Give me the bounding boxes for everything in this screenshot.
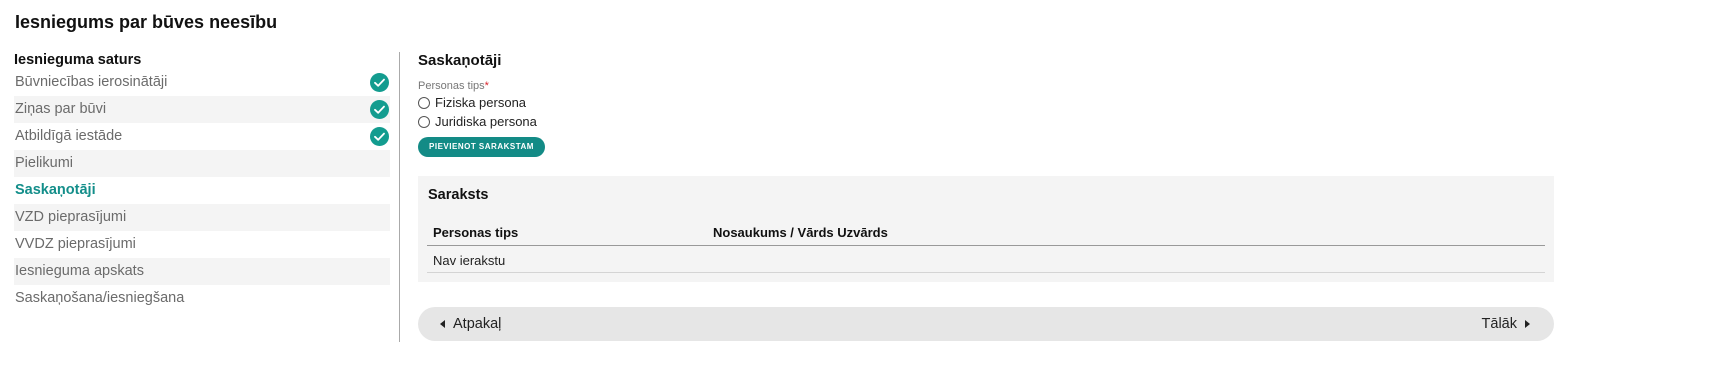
list-title: Saraksts: [428, 187, 489, 203]
table-header-divider: [427, 245, 1545, 246]
check-circle-icon: [370, 100, 389, 119]
sidebar-item-saskanosana-iesniegsana[interactable]: Saskaņošana/iesniegšana: [14, 285, 390, 312]
sidebar-item-label: Saskaņotāji: [15, 182, 96, 198]
back-label: Atpakaļ: [453, 316, 502, 332]
table-row-divider: [427, 272, 1545, 273]
required-marker: *: [484, 80, 489, 92]
next-button[interactable]: Tālāk: [1482, 307, 1530, 341]
radio-circle-icon[interactable]: [418, 115, 430, 128]
sidebar-item-pielikumi[interactable]: Pielikumi: [14, 150, 390, 177]
sidebar-item-iesnieguma-apskats[interactable]: Iesnieguma apskats: [14, 258, 390, 285]
radio-fiziska-persona[interactable]: Fiziska persona: [418, 93, 1554, 112]
sidebar-heading: Iesnieguma saturs: [14, 52, 142, 68]
page-title: Iesniegums par būves neesību: [15, 12, 278, 32]
sidebar-item-label: Atbildīgā iestāde: [15, 128, 123, 144]
back-button[interactable]: Atpakaļ: [440, 307, 501, 341]
column-header-person-type: Personas tips: [433, 225, 519, 240]
sidebar-item-buvniecibas-ierosinataji[interactable]: Būvniecības ierosinātāji: [14, 69, 390, 96]
sidebar-item-vzd-pieprasijumi[interactable]: VZD pieprasījumi: [14, 204, 390, 231]
sidebar-item-label: Iesnieguma apskats: [15, 263, 144, 279]
caret-left-icon: [440, 320, 445, 328]
sidebar-item-label: Pielikumi: [15, 155, 74, 171]
navigation-bar: Atpakaļ Tālāk: [418, 307, 1554, 341]
sidebar-item-label: Ziņas par būvi: [15, 101, 107, 117]
main-content: Saskaņotāji Personas tips* Fiziska perso…: [418, 52, 1554, 341]
vertical-divider: [399, 52, 400, 342]
sidebar-item-label: Būvniecības ierosinātāji: [15, 74, 168, 90]
radio-label: Juridiska persona: [435, 114, 537, 129]
check-circle-icon: [370, 127, 389, 146]
radio-label: Fiziska persona: [435, 95, 527, 110]
section-title: Saskaņotāji: [418, 52, 502, 69]
add-to-list-button[interactable]: PIEVIENOT SARAKSTAM: [418, 137, 545, 157]
list-panel: Saraksts Personas tips Nosaukums / Vārds…: [418, 176, 1554, 282]
check-circle-icon: [370, 73, 389, 92]
radio-circle-icon[interactable]: [418, 96, 430, 109]
sidebar-item-label: Saskaņošana/iesniegšana: [15, 290, 185, 306]
sidebar-item-vvdz-pieprasijumi[interactable]: VVDZ pieprasījumi: [14, 231, 390, 258]
sidebar-item-atbildiga-iestade[interactable]: Atbildīgā iestāde: [14, 123, 390, 150]
next-label: Tālāk: [1481, 316, 1517, 332]
sidebar-item-saskanotaji[interactable]: Saskaņotāji: [14, 177, 390, 204]
column-header-name: Nosaukums / Vārds Uzvārds: [713, 225, 888, 240]
sidebar-item-label: VVDZ pieprasījumi: [15, 236, 136, 252]
sidebar: Iesnieguma saturs Būvniecības ierosinātā…: [14, 52, 390, 312]
empty-state-text: Nav ierakstu: [433, 253, 506, 268]
person-type-label: Personas tips*: [418, 80, 489, 92]
caret-right-icon: [1525, 320, 1530, 328]
radio-juridiska-persona[interactable]: Juridiska persona: [418, 112, 1554, 131]
sidebar-item-zinas-par-buvi[interactable]: Ziņas par būvi: [14, 96, 390, 123]
sidebar-item-label: VZD pieprasījumi: [15, 209, 127, 225]
